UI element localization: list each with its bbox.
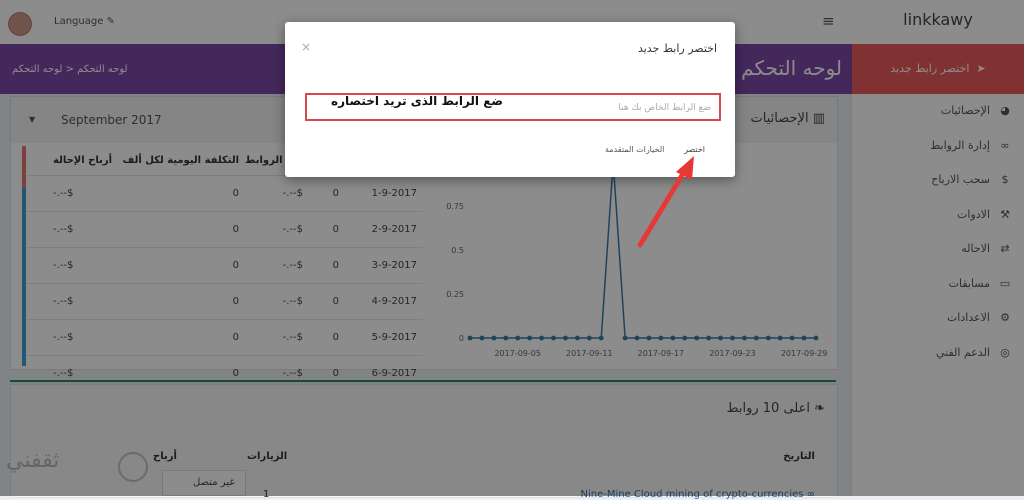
close-icon[interactable]: × xyxy=(301,40,311,54)
url-input[interactable]: ضع الرابط الخاص بك هنا ضع الرابط الذى تر… xyxy=(305,93,721,121)
annotation-text: ضع الرابط الذى تريد اختصاره xyxy=(331,94,503,108)
modal-title: اختصر رابط جديد xyxy=(637,42,717,55)
url-input-placeholder: ضع الرابط الخاص بك هنا xyxy=(618,103,711,113)
arrow-shaft xyxy=(637,169,687,248)
annotation-arrow-icon xyxy=(637,156,694,248)
